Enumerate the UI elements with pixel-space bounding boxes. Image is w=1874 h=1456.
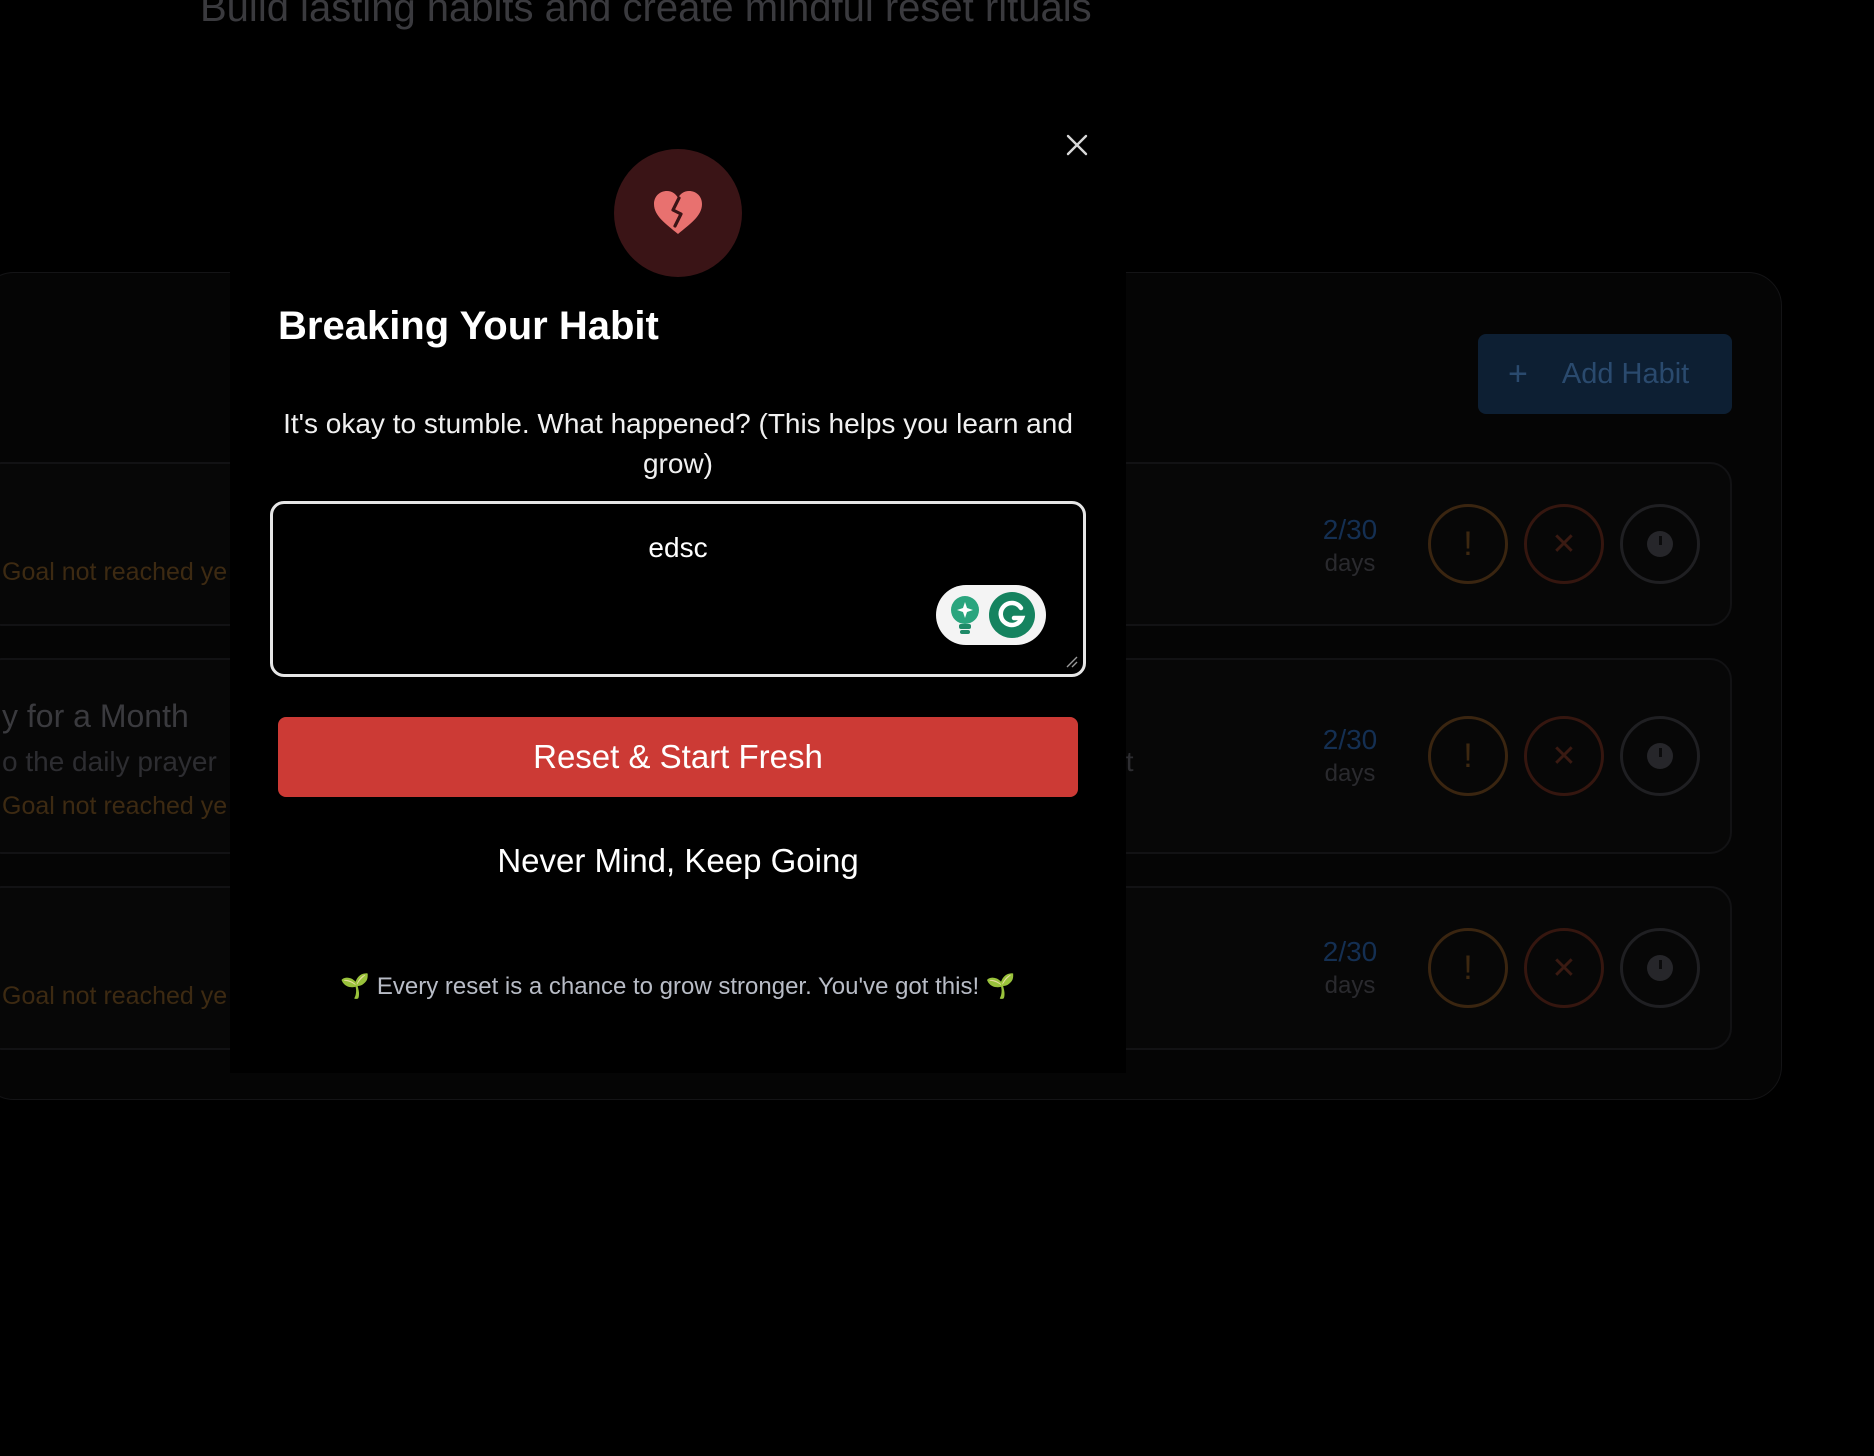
history-button[interactable]: [1620, 504, 1700, 584]
grammarly-icon: [988, 592, 1035, 638]
close-button[interactable]: [1060, 128, 1094, 162]
history-button[interactable]: [1620, 716, 1700, 796]
sprout-icon: 🌱: [985, 973, 1016, 1000]
progress-unit: days: [1324, 550, 1376, 577]
broken-heart-icon: [654, 191, 702, 234]
habit-description: o the daily prayer: [2, 746, 217, 777]
resize-grip-icon[interactable]: [1064, 654, 1078, 668]
goal-status: Goal not reached ye: [2, 792, 228, 820]
warning-button[interactable]: !: [1428, 928, 1508, 1008]
encouragement-text: 🌱 Every reset is a chance to grow strong…: [278, 972, 1078, 1001]
goal-status: Goal not reached ye: [2, 558, 228, 586]
modal-title: Breaking Your Habit: [278, 304, 659, 348]
warning-button[interactable]: !: [1428, 504, 1508, 584]
modal-prompt: It's okay to stumble. What happened? (Th…: [283, 408, 1073, 479]
encouragement-message: Every reset is a chance to grow stronger…: [376, 973, 980, 1000]
add-habit-button[interactable]: + Add Habit: [1478, 334, 1732, 414]
close-icon: [1066, 134, 1088, 156]
reset-habit-button[interactable]: ✕: [1524, 504, 1604, 584]
lightbulb-icon: [950, 596, 979, 634]
reset-habit-button[interactable]: ✕: [1524, 928, 1604, 1008]
habit-progress: 2/30 days: [1302, 724, 1398, 788]
history-button[interactable]: [1620, 928, 1700, 1008]
reset-habit-button[interactable]: ✕: [1524, 716, 1604, 796]
add-habit-label: Add Habit: [1561, 357, 1690, 390]
progress-unit: days: [1324, 760, 1376, 787]
habit-title: y for a Month: [2, 698, 189, 734]
progress-count: 2/30: [1322, 514, 1378, 545]
clock-icon: [1647, 531, 1673, 557]
progress-count: 2/30: [1322, 724, 1378, 755]
broken-heart-badge: [614, 149, 742, 277]
plus-icon: +: [1508, 354, 1528, 393]
grammarly-widget[interactable]: [936, 585, 1046, 645]
clock-icon: [1647, 955, 1673, 981]
progress-unit: days: [1324, 972, 1376, 999]
habit-progress: 2/30 days: [1302, 936, 1398, 1000]
progress-count: 2/30: [1322, 936, 1378, 967]
clock-icon: [1647, 743, 1673, 769]
habit-progress: 2/30 days: [1302, 514, 1398, 578]
keep-going-button[interactable]: Never Mind, Keep Going: [378, 836, 978, 886]
sprout-icon: 🌱: [340, 973, 371, 1000]
goal-status: Goal not reached ye: [2, 982, 228, 1010]
reset-start-fresh-button[interactable]: Reset & Start Fresh: [278, 717, 1078, 797]
page-subtitle: Build lasting habits and create mindful …: [200, 0, 1092, 30]
warning-button[interactable]: !: [1428, 716, 1508, 796]
